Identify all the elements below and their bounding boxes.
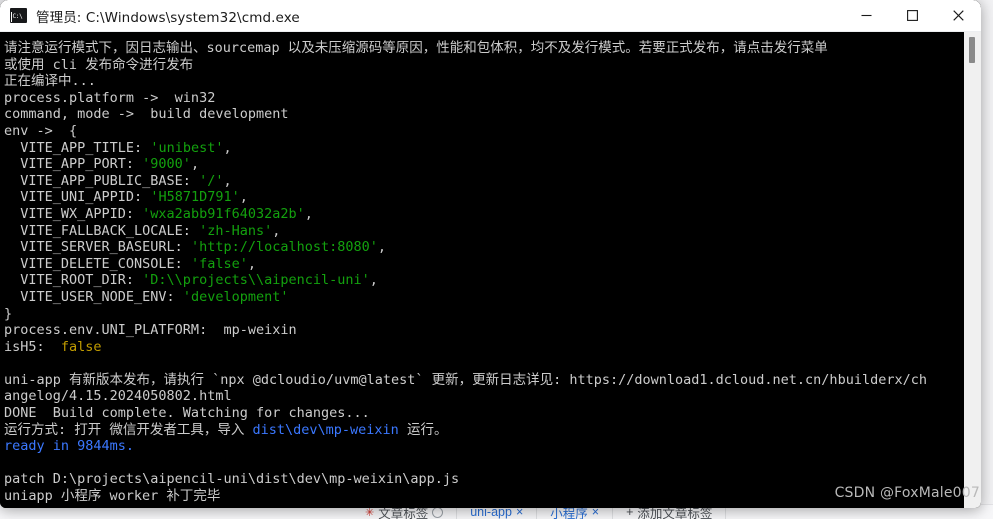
console-line: uniapp 小程序 worker 补丁完毕: [4, 488, 972, 505]
console-segment: uni-app 有新版本发布，请执行 `npx @dcloudio/uvm@la…: [4, 371, 927, 388]
help-circle-icon: [432, 506, 444, 518]
console-segment: 'D:\\projects\\aipencil-uni': [142, 272, 370, 289]
console-segment: ,: [247, 255, 256, 272]
console-segment: 或使用 cli 发布命令进行发布: [4, 56, 194, 73]
console-segment: ,: [239, 189, 248, 206]
console-line: VITE_APP_PORT: '9000',: [4, 156, 972, 173]
console-line: 正在编译中...: [4, 73, 972, 90]
console-line: uni-app 有新版本发布，请执行 `npx @dcloudio/uvm@la…: [4, 372, 972, 389]
console-segment: ,: [304, 205, 313, 222]
window-title: 管理员: C:\Windows\system32\cmd.exe: [36, 9, 300, 26]
console-segment: 请注意运行模式下，因日志输出、sourcemap 以及未压缩源码等原因，性能和包…: [4, 40, 828, 56]
console-segment: VITE_SERVER_BASEURL:: [4, 239, 191, 256]
console-segment: 'H5871D791': [150, 189, 240, 206]
console-segment: uniapp 小程序 worker 补丁完毕: [4, 488, 221, 505]
window-titlebar[interactable]: 管理员: C:\Windows\system32\cmd.exe: [0, 0, 981, 32]
console-line: VITE_DELETE_CONSOLE: 'false',: [4, 256, 972, 273]
console-segment: ,: [223, 172, 232, 189]
console-segment: VITE_APP_PUBLIC_BASE:: [4, 172, 200, 189]
console-segment: ,: [377, 239, 387, 256]
console-segment: ,: [272, 222, 281, 239]
console-segment: ,: [190, 156, 200, 173]
console-segment: '9000': [142, 156, 191, 173]
console-line: 或使用 cli 发布命令进行发布: [4, 57, 972, 74]
console-line: VITE_UNI_APPID: 'H5871D791',: [4, 189, 972, 206]
console-line: VITE_SERVER_BASEURL: 'http://localhost:8…: [4, 239, 972, 256]
console-line: process.platform -> win32: [4, 90, 972, 107]
window-controls: [843, 0, 981, 31]
console-segment: command, mode -> build development: [4, 106, 289, 123]
cmd-console-icon: [10, 8, 27, 23]
console-text: 请注意运行模式下，因日志输出、sourcemap 以及未压缩源码等原因，性能和包…: [4, 40, 972, 505]
console-segment: patch D:\projects\aipencil-uni\dist\dev\…: [4, 471, 460, 488]
console-line: }: [4, 306, 972, 323]
console-segment: VITE_APP_TITLE:: [4, 139, 151, 156]
console-line: VITE_APP_PUBLIC_BASE: '/',: [4, 173, 972, 190]
console-segment: dist\dev\mp-weixin: [252, 421, 399, 438]
console-segment: 运行。: [398, 421, 448, 438]
console-segment: env -> {: [4, 122, 78, 139]
maximize-button[interactable]: [889, 0, 935, 31]
console-segment: VITE_FALLBACK_LOCALE:: [4, 222, 200, 239]
console-line: 运行方式: 打开 微信开发者工具，导入 dist\dev\mp-weixin 运…: [4, 422, 972, 439]
console-line: ready in 9844ms.: [4, 438, 972, 455]
console-segment: VITE_WX_APPID:: [4, 205, 143, 222]
console-segment: 运行方式: 打开 微信开发者工具，导入: [4, 421, 253, 438]
console-segment: isH5:: [4, 338, 61, 355]
minimize-button[interactable]: [843, 0, 889, 31]
watermark: CSDN @FoxMale007: [834, 485, 980, 501]
console-segment: VITE_DELETE_CONSOLE:: [4, 255, 191, 272]
console-segment: 正在编译中...: [4, 73, 96, 90]
console-line: VITE_WX_APPID: 'wxa2abb91f64032a2b',: [4, 206, 972, 223]
console-segment: }: [4, 305, 13, 322]
console-line: command, mode -> build development: [4, 106, 972, 123]
console-segment: 'zh-Hans': [199, 222, 273, 239]
console-line: VITE_USER_NODE_ENV: 'development': [4, 289, 972, 306]
console-line: 请注意运行模式下，因日志输出、sourcemap 以及未压缩源码等原因，性能和包…: [4, 40, 972, 57]
console-segment: '/': [199, 172, 224, 189]
console-segment: ,: [223, 139, 232, 156]
console-segment: angelog/4.15.2024050802.html: [4, 388, 232, 405]
console-segment: VITE_USER_NODE_ENV:: [4, 288, 183, 305]
console-segment: 'false': [190, 255, 248, 272]
console-segment: DONE Build complete. Watching for change…: [4, 405, 370, 422]
console-output-area[interactable]: 请注意运行模式下，因日志输出、sourcemap 以及未压缩源码等原因，性能和包…: [0, 32, 981, 508]
console-segment: 'http://localhost:8080': [190, 239, 378, 256]
console-line: VITE_FALLBACK_LOCALE: 'zh-Hans',: [4, 223, 972, 240]
cmd-console-window[interactable]: 管理员: C:\Windows\system32\cmd.exe 请注意运行: [0, 0, 981, 508]
console-segment: 'wxa2abb91f64032a2b': [142, 205, 305, 222]
close-button[interactable]: [935, 0, 981, 31]
console-scrollbar[interactable]: [964, 32, 981, 508]
console-segment: 'unibest': [150, 139, 224, 156]
console-line: VITE_ROOT_DIR: 'D:\\projects\\aipencil-u…: [4, 272, 972, 289]
console-line: patch D:\projects\aipencil-uni\dist\dev\…: [4, 471, 972, 488]
console-segment: VITE_ROOT_DIR:: [4, 272, 143, 289]
console-segment: VITE_UNI_APPID:: [4, 189, 151, 206]
console-segment: 'development': [182, 288, 289, 305]
console-line: process.env.UNI_PLATFORM: mp-weixin: [4, 322, 972, 339]
console-line: env -> {: [4, 123, 972, 140]
console-segment: false: [60, 338, 102, 355]
console-scrollbar-thumb[interactable]: [969, 37, 975, 63]
console-segment: ,: [369, 272, 378, 289]
console-segment: process.platform -> win32: [4, 89, 216, 106]
console-segment: process.env.UNI_PLATFORM: mp-weixin: [4, 322, 297, 339]
console-line: VITE_APP_TITLE: 'unibest',: [4, 140, 972, 157]
console-line: DONE Build complete. Watching for change…: [4, 405, 972, 422]
console-line: angelog/4.15.2024050802.html: [4, 388, 972, 405]
console-segment: ready in 9844ms.: [4, 438, 135, 455]
console-line: isH5: false: [4, 339, 972, 356]
console-segment: VITE_APP_PORT:: [4, 156, 143, 173]
